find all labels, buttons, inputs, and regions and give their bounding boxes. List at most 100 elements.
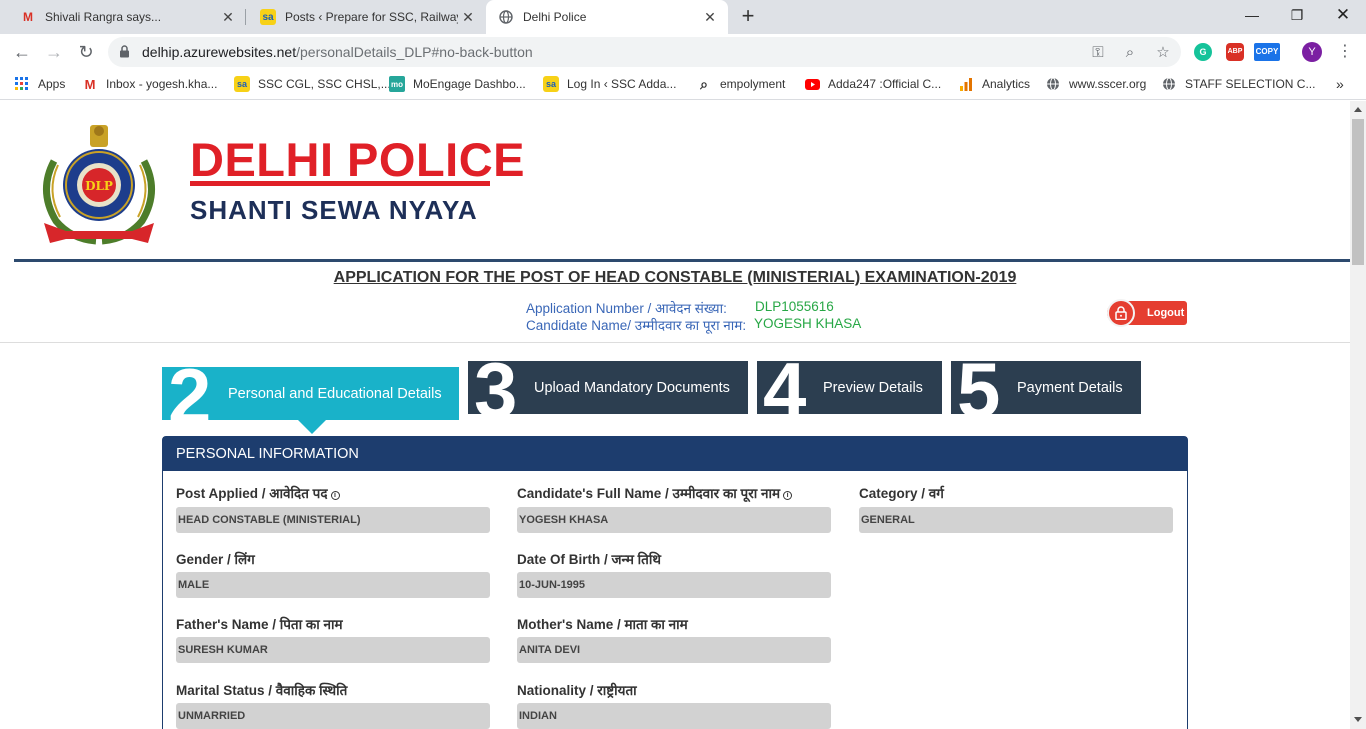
step-label: Personal and Educational Details — [228, 385, 442, 402]
application-number-row: Application Number / आवेदन संख्या: DLP10… — [526, 299, 834, 317]
bookmark-log-in[interactable]: sa Log In ‹ SSC Adda... — [543, 76, 676, 92]
minimize-window-icon[interactable]: — — [1239, 4, 1265, 28]
globe-icon — [1045, 76, 1061, 92]
nationality-label: Nationality / राष्ट्रीयता — [517, 683, 637, 698]
gmail-icon: M — [84, 76, 96, 92]
dob-field[interactable]: 10-JUN-1995 — [517, 572, 831, 598]
step-label: Payment Details — [1017, 379, 1123, 396]
bookmark-empolyment[interactable]: ⌕ empolyment — [696, 76, 785, 92]
close-tab-icon[interactable]: ✕ — [458, 7, 478, 27]
bookmark-staff-selection[interactable]: STAFF SELECTION C... — [1161, 76, 1315, 92]
scroll-down-arrow-icon[interactable] — [1354, 717, 1362, 722]
step-label: Upload Mandatory Documents — [534, 379, 730, 396]
bookmark-analytics[interactable]: Analytics — [958, 76, 1030, 92]
close-window-icon[interactable]: ✕ — [1330, 4, 1356, 28]
step-preview-details[interactable]: 4 Preview Details — [757, 346, 942, 434]
bookmark-adda247[interactable]: Adda247 :Official C... — [804, 76, 941, 92]
close-tab-icon[interactable]: ✕ — [218, 7, 238, 27]
step-label: Preview Details — [823, 379, 923, 396]
copy-extension-icon[interactable]: COPY — [1254, 43, 1280, 61]
full-name-label: Candidate's Full Name / उम्मीदवार का पूर… — [517, 484, 793, 502]
marital-status-label: Marital Status / वैवाहिक स्थिति — [176, 683, 348, 698]
bookmark-inbox[interactable]: M Inbox - yogesh.kha... — [82, 76, 218, 92]
browser-toolbar: ← → ↻ delhip.azurewebsites.net/personalD… — [0, 34, 1366, 69]
brand-title: DELHI POLICE — [190, 133, 526, 186]
personal-information-panel: PERSONAL INFORMATION Post Applied / आवेद… — [162, 436, 1188, 729]
url-text: delhip.azurewebsites.net/personalDetails… — [142, 44, 533, 60]
marital-status-field[interactable]: UNMARRIED — [176, 703, 490, 729]
info-icon[interactable]: i — [783, 491, 793, 500]
brand-subtitle: SHANTI SEWA NYAYA — [190, 195, 478, 225]
browser-tab-posts[interactable]: sa Posts ‹ Prepare for SSC, Railway & ✕ — [246, 0, 486, 34]
key-icon[interactable]: ⚿ — [1088, 43, 1108, 63]
step-payment-details[interactable]: 5 Payment Details — [951, 346, 1141, 434]
mother-name-label: Mother's Name / माता का नाम — [517, 617, 688, 632]
forward-arrow-icon[interactable]: → — [41, 39, 67, 65]
reload-icon[interactable]: ↻ — [73, 39, 99, 65]
sa-icon: sa — [543, 76, 559, 92]
post-applied-label: Post Applied / आवेदित पद i — [176, 484, 340, 502]
back-arrow-icon[interactable]: ← — [9, 39, 35, 65]
bookmark-sscer[interactable]: www.sscer.org — [1045, 76, 1146, 92]
full-name-field[interactable]: YOGESH KHASA — [517, 507, 831, 533]
apps-grid-icon — [14, 76, 30, 92]
info-icon[interactable]: i — [330, 491, 340, 500]
header-divider — [14, 259, 1350, 262]
candidate-name-value: YOGESH KHASA — [754, 316, 862, 331]
bookmark-star-icon[interactable]: ☆ — [1153, 43, 1173, 63]
application-title: APPLICATION FOR THE POST OF HEAD CONSTAB… — [333, 269, 1017, 286]
step-number: 2 — [168, 352, 212, 440]
gender-field[interactable]: MALE — [176, 572, 490, 598]
close-tab-icon[interactable]: ✕ — [700, 7, 720, 27]
moengage-icon: mo — [389, 76, 405, 92]
address-bar[interactable]: delhip.azurewebsites.net/personalDetails… — [108, 37, 1181, 67]
lock-icon — [1107, 299, 1135, 327]
browser-tab-strip: M Shivali Rangra says... ✕ sa Posts ‹ Pr… — [0, 0, 1366, 34]
delhi-police-emblem: DLP — [42, 125, 156, 245]
globe-icon — [1161, 76, 1177, 92]
browser-tab-gmail[interactable]: M Shivali Rangra says... ✕ — [0, 0, 246, 34]
candidate-name-label: Candidate Name/ उम्मीदवार का पूरा नाम: — [526, 318, 747, 333]
step-number: 4 — [763, 346, 807, 434]
nationality-field[interactable]: INDIAN — [517, 703, 831, 729]
step-upload-documents[interactable]: 3 Upload Mandatory Documents — [468, 351, 748, 429]
father-name-field[interactable]: SURESH KUMAR — [176, 637, 490, 663]
page-scrollbar[interactable] — [1350, 101, 1366, 729]
bookmark-moengage[interactable]: mo MoEngage Dashbo... — [389, 76, 526, 92]
adblock-icon[interactable]: ABP — [1226, 43, 1244, 61]
step-number: 5 — [957, 346, 1001, 434]
bookmarks-overflow-icon[interactable]: » — [1336, 76, 1344, 92]
gmail-icon: M — [23, 10, 33, 24]
globe-icon — [498, 9, 514, 25]
site-header: DLP DELHI POLICE SHANTI SEWA NYAYA — [14, 101, 1350, 261]
mother-name-field[interactable]: ANITA DEVI — [517, 637, 831, 663]
bookmark-apps[interactable]: Apps — [14, 76, 65, 92]
bookmark-ssc-cgl[interactable]: sa SSC CGL, SSC CHSL,... — [234, 76, 391, 92]
dob-label: Date Of Birth / जन्म तिथि — [517, 552, 661, 567]
analytics-icon — [958, 76, 974, 92]
logout-label: Logout — [1147, 307, 1185, 319]
step-personal-educational[interactable]: 2 Personal and Educational Details — [162, 352, 459, 440]
restore-window-icon[interactable]: ❐ — [1284, 4, 1310, 28]
scroll-up-arrow-icon[interactable] — [1354, 107, 1362, 112]
lock-icon — [120, 45, 129, 58]
sa-icon: sa — [234, 76, 250, 92]
post-applied-field[interactable]: HEAD CONSTABLE (MINISTERIAL) — [176, 507, 490, 533]
chrome-menu-icon[interactable]: ⋮ — [1332, 39, 1358, 65]
profile-avatar[interactable]: Y — [1302, 42, 1322, 62]
application-number-value: DLP1055616 — [755, 299, 834, 314]
logout-button[interactable]: Logout — [1107, 299, 1187, 327]
browser-tab-delhi-police[interactable]: Delhi Police ✕ — [486, 0, 728, 34]
new-tab-icon[interactable]: + — [736, 5, 760, 29]
zoom-icon[interactable]: ⌕ — [1120, 43, 1140, 63]
info-divider — [0, 342, 1350, 343]
candidate-name-row: Candidate Name/ उम्मीदवार का पूरा नाम: Y… — [526, 316, 861, 334]
search-icon: ⌕ — [700, 75, 708, 92]
category-field[interactable]: GENERAL — [859, 507, 1173, 533]
gender-label: Gender / लिंग — [176, 552, 255, 567]
bookmarks-bar: Apps M Inbox - yogesh.kha... sa SSC CGL,… — [0, 69, 1366, 100]
scrollbar-thumb[interactable] — [1352, 119, 1364, 265]
brand-underline — [190, 181, 490, 186]
section-heading: PERSONAL INFORMATION — [163, 437, 1187, 471]
grammarly-icon[interactable]: G — [1194, 43, 1212, 61]
